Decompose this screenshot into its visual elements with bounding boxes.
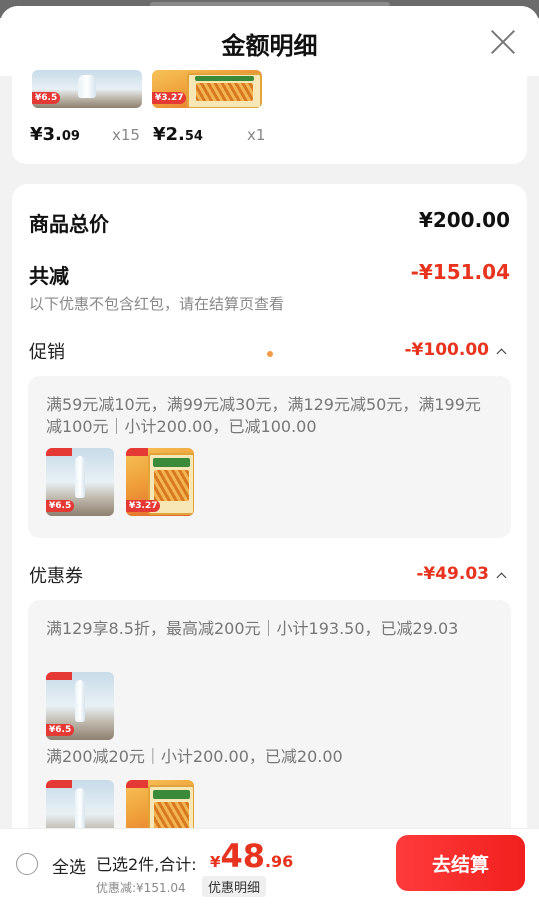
coupon-detail-text-1: 满129享8.5折，最高减200元｜小计193.50，已减29.03 (46, 619, 459, 638)
item-price: ¥3.09 (30, 124, 80, 145)
thumb-price-tag: ¥3.27 (152, 92, 187, 104)
breakdown-card: 商品总价 ¥200.00 共减 -¥151.04 以下优惠不包含红包，请在结算页… (12, 184, 527, 890)
product-thumb-water: ¥6.5 (46, 448, 114, 516)
thumb-price-tag: ¥6.5 (46, 500, 75, 512)
close-icon[interactable] (489, 28, 517, 56)
amount-detail-sheet: 金额明细 ¥6.5 ¥3.27 ¥3.09 x15 ¥2.54 x1 商品总价 … (0, 6, 539, 904)
cart-items-card: ¥6.5 ¥3.27 ¥3.09 x15 ¥2.54 x1 (12, 70, 527, 164)
chevron-up-icon[interactable] (496, 572, 507, 583)
total-amount: ¥48.96 (210, 837, 294, 875)
sheet-header: 金额明细 (0, 6, 539, 76)
chevron-up-icon[interactable] (496, 348, 507, 359)
discount-label: 共减 (29, 264, 69, 288)
coupon-label: 优惠券 (29, 566, 83, 587)
checkout-bar: 全选 已选2件,合计: ¥48.96 优惠减:¥151.04 优惠明细 去结算 (0, 828, 539, 905)
discount-value: -¥151.04 (410, 260, 510, 284)
indicator-dot (267, 351, 273, 357)
discount-line: 优惠减:¥151.04 (96, 881, 186, 895)
select-all-radio[interactable] (16, 853, 38, 875)
goods-total-value: ¥200.00 (418, 208, 510, 232)
discount-detail-button[interactable]: 优惠明细 (202, 876, 267, 897)
promotion-detail-text: 满59元减10元，满99元减30元，满129元减50元，满199元减100元｜小… (46, 395, 481, 436)
promotion-value: -¥100.00 (404, 340, 490, 360)
sheet-title: 金额明细 (221, 32, 318, 60)
item-price: ¥2.54 (153, 124, 203, 145)
thumb-price-tag: ¥6.5 (46, 724, 75, 736)
product-thumb-snack: ¥3.27 (152, 70, 262, 108)
promotion-detail-box: 满59元减10元，满99元减30元，满129元减50元，满199元减100元｜小… (28, 376, 511, 538)
product-thumb-snack: ¥3.27 (126, 448, 194, 516)
promotion-label: 促销 (29, 342, 65, 363)
thumb-price-tag: ¥3.27 (126, 500, 161, 512)
item-qty: x1 (247, 126, 266, 144)
coupon-detail-text-2: 满200减20元｜小计200.00，已减20.00 (46, 747, 343, 766)
checkout-button[interactable]: 去结算 (396, 835, 525, 891)
coupon-value: -¥49.03 (416, 564, 489, 584)
discount-note: 以下优惠不包含红包，请在结算页查看 (29, 295, 285, 313)
selected-summary: 已选2件,合计: (96, 855, 197, 874)
goods-total-label: 商品总价 (29, 212, 109, 236)
thumb-price-tag: ¥6.5 (32, 92, 61, 104)
select-all-label[interactable]: 全选 (52, 853, 86, 878)
item-qty: x15 (112, 126, 140, 144)
product-thumb-water: ¥6.5 (32, 70, 142, 108)
product-thumb-water: ¥6.5 (46, 672, 114, 740)
